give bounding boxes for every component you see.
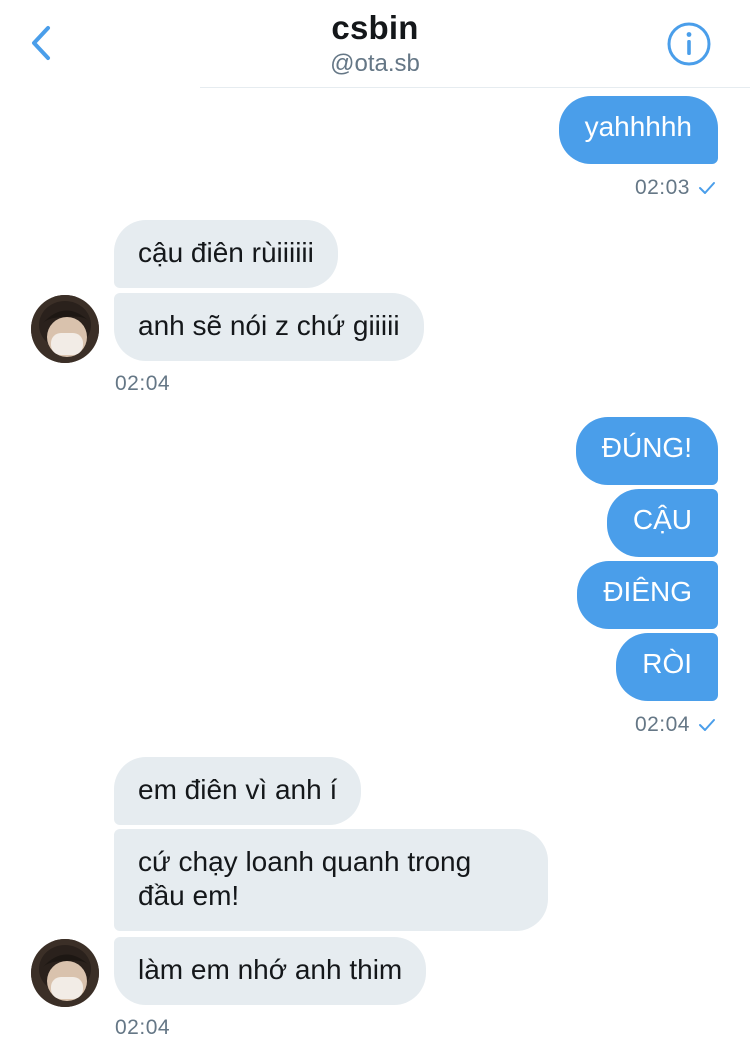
message-text: làm em nhớ anh thim — [138, 954, 403, 985]
avatar-image — [31, 939, 99, 1007]
avatar[interactable] — [31, 939, 99, 1007]
info-icon — [667, 22, 711, 66]
conversation-title-block[interactable]: csbin @ota.sb — [0, 8, 750, 78]
message-text: yahhhhh — [584, 111, 692, 142]
message-timestamp: 02:04 — [635, 713, 716, 737]
header-divider — [200, 87, 750, 88]
user-handle: @ota.sb — [330, 50, 420, 77]
message-text: anh sẽ nói z chứ giiiii — [138, 310, 400, 341]
sent-message-bubble[interactable]: RÒI — [616, 633, 718, 701]
message-text: RÒI — [642, 648, 692, 679]
check-icon — [699, 719, 715, 732]
message-timestamp: 02:03 — [635, 176, 716, 200]
sent-message-bubble[interactable]: ĐÚNG! — [575, 417, 718, 485]
avatar-image — [31, 295, 99, 363]
message-text: ĐIÊNG — [603, 576, 692, 607]
sent-message-bubble[interactable]: yahhhhh — [558, 96, 718, 164]
sent-message-bubble[interactable]: CẬU — [606, 489, 718, 557]
message-text: ĐÚNG! — [601, 432, 692, 463]
message-text: CẬU — [632, 504, 692, 535]
timestamp-text: 02:03 — [634, 176, 690, 199]
message-timestamp: 02:04 — [115, 372, 171, 395]
avatar[interactable] — [31, 295, 99, 363]
received-message-bubble[interactable]: cậu điên rùiiiiii — [114, 220, 338, 288]
conversation-header: csbin @ota.sb — [0, 0, 750, 88]
received-message-bubble[interactable]: cứ chạy loanh quanh trong đầu em! — [114, 829, 548, 931]
message-timestamp: 02:04 — [115, 1016, 171, 1039]
info-button[interactable] — [666, 21, 712, 67]
check-icon — [699, 182, 715, 195]
timestamp-text: 02:04 — [634, 713, 690, 736]
message-text: cứ chạy loanh quanh trong đầu em! — [138, 846, 472, 911]
received-message-bubble[interactable]: làm em nhớ anh thim — [114, 937, 427, 1005]
sent-message-bubble[interactable]: ĐIÊNG — [577, 561, 718, 629]
received-message-bubble[interactable]: em điên vì anh í — [114, 757, 362, 825]
received-message-bubble[interactable]: anh sẽ nói z chứ giiiii — [114, 293, 424, 361]
message-text: cậu điên rùiiiiii — [138, 237, 314, 268]
message-text: em điên vì anh í — [138, 774, 338, 805]
conversation-title: csbin — [331, 9, 419, 46]
